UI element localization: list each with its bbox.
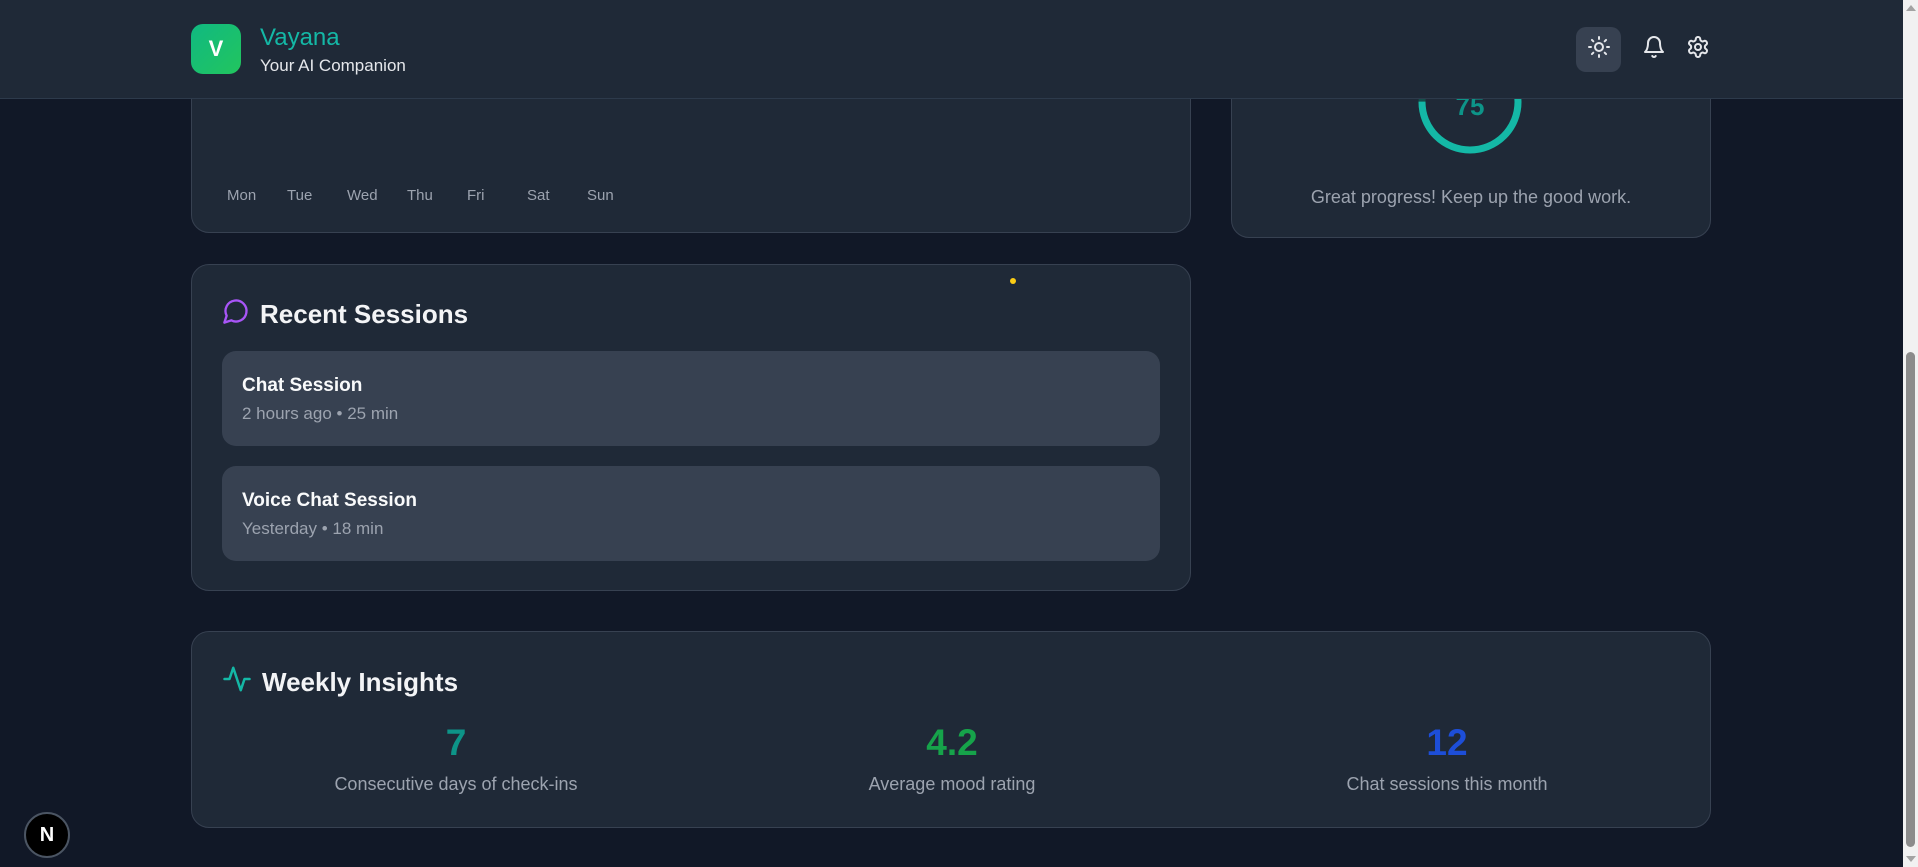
weekly-insights-card: Weekly Insights 7 Consecutive days of ch… bbox=[191, 631, 1711, 828]
app-name: Vayana bbox=[260, 24, 340, 51]
app-logo[interactable]: V bbox=[191, 24, 241, 74]
recent-sessions-heading: Recent Sessions bbox=[222, 297, 468, 332]
stat-value: 12 bbox=[1426, 722, 1468, 763]
day-label: Thu bbox=[407, 187, 433, 204]
day-label: Fri bbox=[467, 187, 485, 204]
recent-sessions-title: Recent Sessions bbox=[260, 299, 469, 329]
progress-message: Great progress! Keep up the good work. bbox=[1310, 187, 1632, 207]
day-label: Sun bbox=[587, 187, 614, 204]
recent-sessions-card: Recent Sessions Chat Session 2 hours ago… bbox=[191, 264, 1191, 591]
day-label: Tue bbox=[287, 187, 313, 204]
stat-checkins: 7 Consecutive days of check-ins bbox=[256, 722, 656, 795]
stat-value: 4.2 bbox=[926, 722, 978, 763]
stat-label: Consecutive days of check-ins bbox=[334, 774, 578, 794]
weekday-labels: Mon Tue Wed Thu Fri Sat Sun bbox=[227, 187, 647, 204]
weekly-insights-title: Weekly Insights bbox=[262, 667, 459, 697]
scrollbar[interactable] bbox=[1903, 0, 1918, 867]
app-header: V Vayana Your AI Companion bbox=[0, 0, 1903, 99]
session-name: Voice Chat Session bbox=[242, 490, 417, 511]
theme-toggle-button[interactable] bbox=[1576, 27, 1621, 72]
weekly-insights-heading: Weekly Insights bbox=[222, 664, 458, 701]
stat-label: Chat sessions this month bbox=[1346, 774, 1548, 794]
gear-icon bbox=[1686, 35, 1710, 64]
stat-value: 7 bbox=[445, 722, 467, 763]
session-meta: 2 hours ago • 25 min bbox=[242, 404, 399, 423]
day-label: Mon bbox=[227, 187, 257, 204]
day-label: Sat bbox=[527, 187, 550, 204]
day-label: Wed bbox=[347, 187, 378, 204]
sun-icon bbox=[1587, 35, 1611, 64]
scroll-down-arrow[interactable] bbox=[1906, 856, 1916, 862]
session-item[interactable]: Voice Chat Session Yesterday • 18 min bbox=[222, 466, 1160, 561]
stat-label: Average mood rating bbox=[868, 774, 1036, 794]
stat-mood-rating: 4.2 Average mood rating bbox=[752, 722, 1152, 795]
page: Mon Tue Wed Thu Fri Sat Sun 75 Great pro… bbox=[0, 0, 1918, 867]
settings-button[interactable] bbox=[1682, 33, 1714, 65]
scroll-thumb[interactable] bbox=[1906, 352, 1915, 847]
scroll-up-arrow[interactable] bbox=[1906, 5, 1916, 11]
bell-icon bbox=[1642, 35, 1666, 64]
chat-bubble-icon bbox=[222, 297, 250, 332]
session-meta: Yesterday • 18 min bbox=[242, 519, 384, 538]
session-item[interactable]: Chat Session 2 hours ago • 25 min bbox=[222, 351, 1160, 446]
notifications-button[interactable] bbox=[1638, 33, 1670, 65]
next-dev-badge[interactable]: N bbox=[24, 812, 70, 858]
stat-chat-sessions: 12 Chat sessions this month bbox=[1247, 722, 1647, 795]
app-tagline: Your AI Companion bbox=[260, 56, 406, 75]
session-name: Chat Session bbox=[242, 375, 363, 396]
activity-icon bbox=[222, 664, 252, 701]
status-dot bbox=[1010, 278, 1016, 284]
